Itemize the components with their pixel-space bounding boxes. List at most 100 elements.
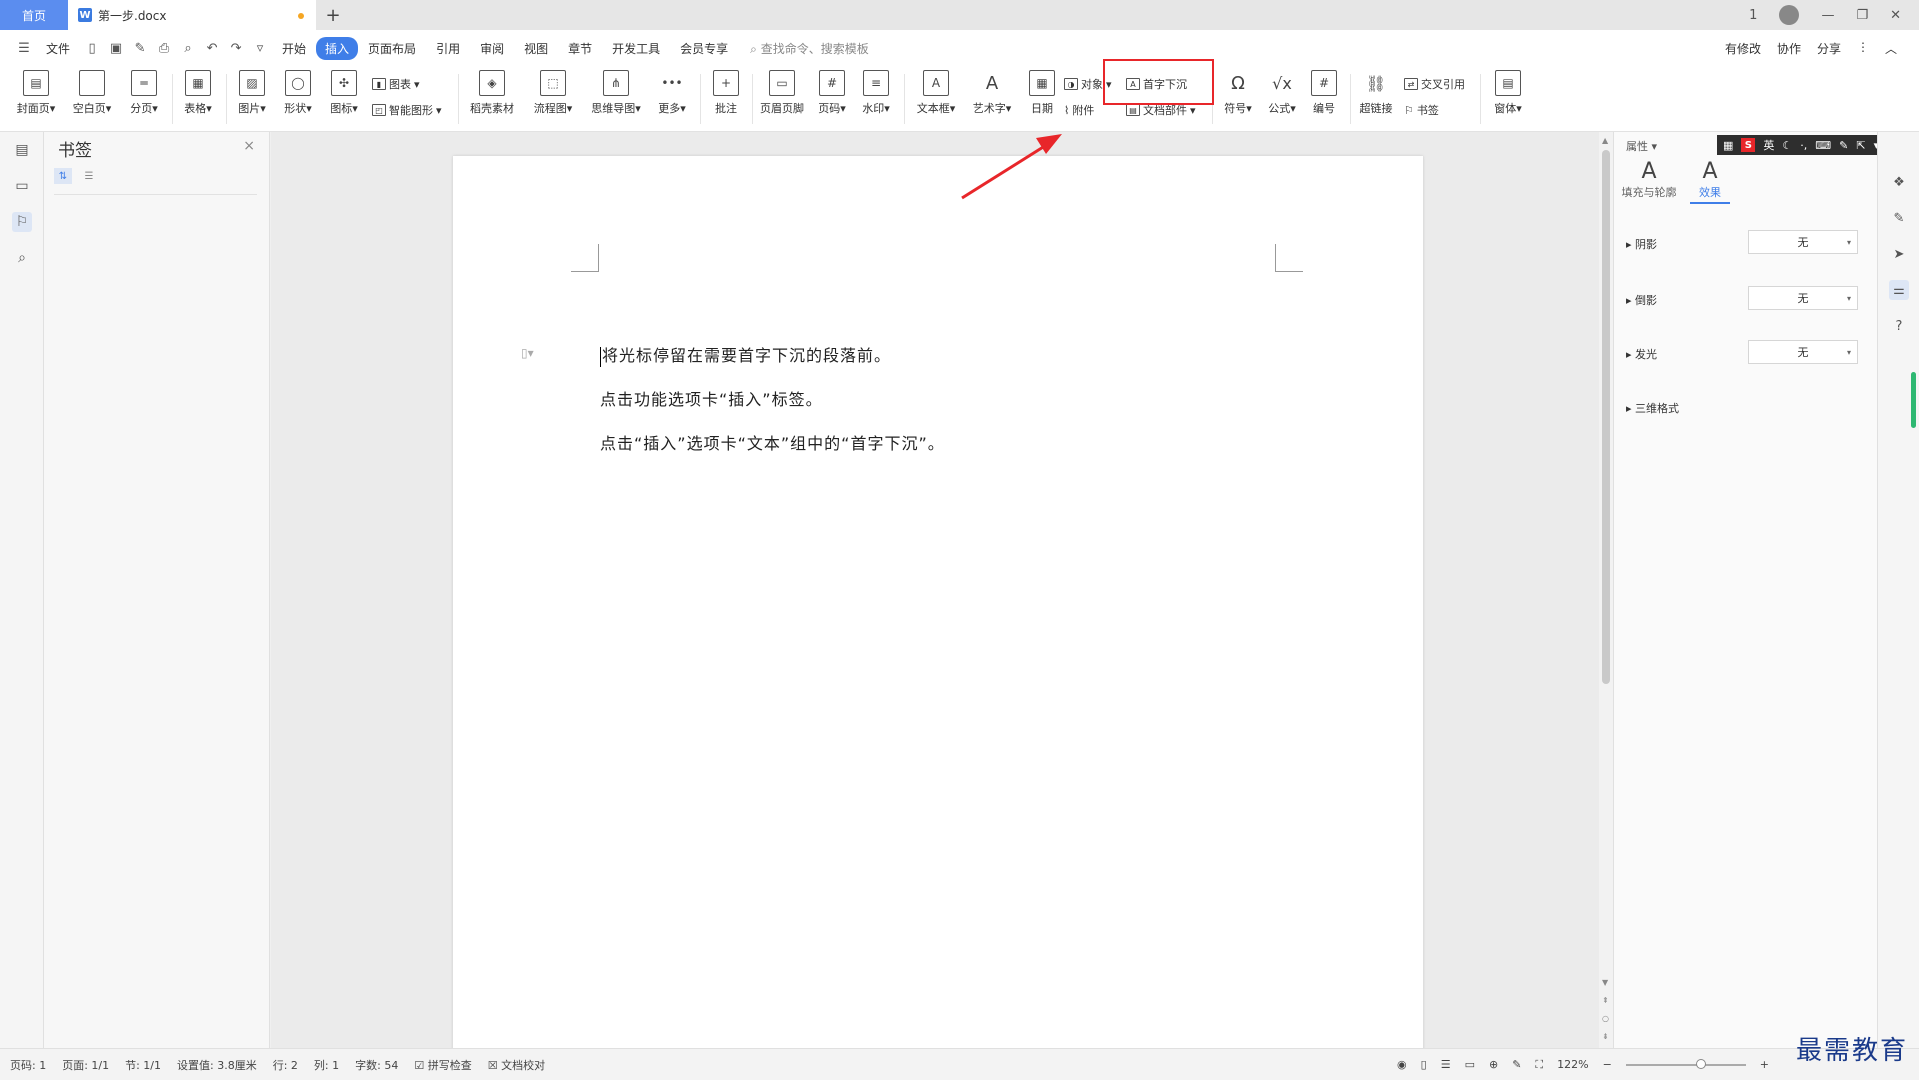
chart-button[interactable]: ▮ 图表 ▾ bbox=[372, 76, 420, 92]
attachment-button[interactable]: ⌇ 附件 bbox=[1064, 102, 1094, 118]
side-handle[interactable] bbox=[1911, 372, 1916, 428]
document-tab[interactable]: W 第一步.docx bbox=[68, 0, 316, 30]
writing-view-icon[interactable]: ✎ bbox=[1512, 1058, 1521, 1071]
customize-icon[interactable]: ▿ bbox=[252, 40, 268, 56]
find-icon[interactable]: ⌕ bbox=[12, 248, 32, 268]
mindmap-button[interactable]: ⋔ 思维导图▾ bbox=[586, 70, 646, 116]
scrollbar-thumb[interactable] bbox=[1602, 150, 1610, 684]
tab-effect[interactable]: A 效果 bbox=[1690, 160, 1730, 204]
new-tab-button[interactable]: + bbox=[316, 0, 350, 30]
picture-button[interactable]: ▨ 图片▾ bbox=[232, 70, 272, 116]
formula-button[interactable]: √x 公式▾ bbox=[1262, 70, 1302, 116]
blank-page-button[interactable]: 空白页▾ bbox=[68, 70, 116, 116]
3d-format-row[interactable]: ▸ 三维格式 bbox=[1626, 400, 1679, 416]
print-icon[interactable]: ⎙ bbox=[156, 40, 172, 56]
smartart-button[interactable]: ◰ 智能图形 ▾ bbox=[372, 102, 442, 118]
fit-page-icon[interactable]: ⛶ bbox=[1535, 1058, 1543, 1072]
minimize-icon[interactable]: — bbox=[1821, 8, 1834, 23]
new-doc-icon[interactable]: ▯ bbox=[84, 40, 100, 56]
scroll-down-icon[interactable]: ▼ bbox=[1602, 978, 1608, 987]
close-panel-icon[interactable]: × bbox=[243, 138, 255, 154]
status-section[interactable]: 节: 1/1 bbox=[125, 1057, 161, 1073]
collaborate-button[interactable]: 协作 bbox=[1777, 40, 1801, 57]
tab-member[interactable]: 会员专享 bbox=[670, 40, 738, 57]
select-cursor-icon[interactable]: ➤ bbox=[1889, 244, 1909, 264]
menu-icon[interactable]: ☰ bbox=[16, 40, 32, 56]
more-button[interactable]: ••• 更多▾ bbox=[652, 70, 692, 116]
glow-row[interactable]: ▸ 发光 bbox=[1626, 346, 1657, 362]
cover-page-button[interactable]: ▤ 封面页▾ bbox=[12, 70, 60, 116]
prev-page-icon[interactable]: ⇞ bbox=[1602, 996, 1609, 1005]
shape-button[interactable]: ◯ 形状▾ bbox=[278, 70, 318, 116]
vertical-scrollbar[interactable]: ▲ ▼ ⇞ ○ ⇟ bbox=[1599, 132, 1613, 1048]
flowchart-button[interactable]: ⬚ 流程图▾ bbox=[528, 70, 578, 116]
status-page[interactable]: 页码: 1 bbox=[10, 1057, 46, 1073]
web-view-icon[interactable]: ⊕ bbox=[1489, 1058, 1498, 1071]
has-changes-button[interactable]: 有修改 bbox=[1725, 40, 1761, 57]
page-number-button[interactable]: # 页码▾ bbox=[812, 70, 852, 116]
property-header[interactable]: 属性 ▾ bbox=[1626, 138, 1657, 154]
table-button[interactable]: ▦ 表格▾ bbox=[178, 70, 218, 116]
save-icon[interactable]: ▣ bbox=[108, 40, 124, 56]
page-view-icon[interactable]: ▯ bbox=[1421, 1058, 1427, 1071]
bookmark-panel-icon[interactable]: ⚐ bbox=[12, 212, 32, 232]
sort-by-name-icon[interactable]: ⇅ bbox=[54, 168, 72, 184]
paragraph-handle-icon[interactable]: ▯▾ bbox=[521, 346, 534, 360]
bookmark-button[interactable]: ⚐ 书签 bbox=[1404, 102, 1439, 118]
tab-review[interactable]: 审阅 bbox=[470, 40, 514, 57]
style-icon[interactable]: ❖ bbox=[1889, 172, 1909, 192]
header-footer-button[interactable]: ▭ 页眉页脚 bbox=[756, 70, 808, 116]
command-search[interactable]: ⌕ 查找命令、搜索模板 bbox=[750, 40, 869, 57]
status-word-count[interactable]: 字数: 54 bbox=[355, 1057, 398, 1073]
glow-select[interactable]: 无 ▾ bbox=[1748, 340, 1858, 364]
reading-view-icon[interactable]: ▭ bbox=[1465, 1058, 1475, 1071]
reflection-row[interactable]: ▸ 倒影 bbox=[1626, 292, 1657, 308]
tab-page-layout[interactable]: 页面布局 bbox=[358, 40, 426, 57]
properties-sliders-icon[interactable]: ⚌ bbox=[1889, 280, 1909, 300]
date-button[interactable]: ▦ 日期 bbox=[1024, 70, 1060, 116]
textbox-button[interactable]: A 文本框▾ bbox=[912, 70, 960, 116]
tab-developer[interactable]: 开发工具 bbox=[602, 40, 670, 57]
tab-start[interactable]: 开始 bbox=[272, 40, 316, 57]
status-pages[interactable]: 页面: 1/1 bbox=[62, 1057, 109, 1073]
eye-protection-icon[interactable]: ◉ bbox=[1397, 1058, 1407, 1071]
scroll-up-icon[interactable]: ▲ bbox=[1602, 136, 1608, 145]
window-count-icon[interactable]: 1 bbox=[1749, 8, 1757, 23]
document-page[interactable]: ▯▾ 将光标停留在需要首字下沉的段落前。 点击功能选项卡“插入”标签。 点击“插… bbox=[453, 156, 1423, 1056]
undo-icon[interactable]: ↶ bbox=[204, 40, 220, 56]
cross-reference-button[interactable]: ⇄ 交叉引用 bbox=[1404, 76, 1465, 92]
zoom-level[interactable]: 122% bbox=[1557, 1058, 1588, 1071]
home-tab[interactable]: 首页 bbox=[0, 0, 68, 30]
icon-library-button[interactable]: ✣ 图标▾ bbox=[324, 70, 364, 116]
tab-view[interactable]: 视图 bbox=[514, 40, 558, 57]
tab-insert[interactable]: 插入 bbox=[316, 36, 359, 60]
comment-button[interactable]: + 批注 bbox=[706, 70, 746, 116]
outline-icon[interactable]: ▤ bbox=[12, 140, 32, 160]
docer-material-button[interactable]: ◈ 稻壳素材 bbox=[466, 70, 518, 116]
sort-by-position-icon[interactable]: ☰ bbox=[80, 168, 98, 184]
print-preview-icon[interactable]: ⌕ bbox=[180, 40, 196, 56]
help-icon[interactable]: ? bbox=[1889, 316, 1909, 336]
shadow-row[interactable]: ▸ 阴影 bbox=[1626, 236, 1657, 252]
form-button[interactable]: ▤ 窗体▾ bbox=[1488, 70, 1528, 116]
ime-lang[interactable]: 英 bbox=[1763, 137, 1774, 153]
status-setting[interactable]: 设置值: 3.8厘米 bbox=[177, 1057, 257, 1073]
file-menu[interactable]: 文件 bbox=[36, 40, 80, 57]
zoom-out-icon[interactable]: − bbox=[1603, 1058, 1612, 1071]
paragraph-1[interactable]: 将光标停留在需要首字下沉的段落前。 bbox=[600, 342, 891, 367]
paragraph-2[interactable]: 点击功能选项卡“插入”标签。 bbox=[600, 386, 823, 410]
format-painter-icon[interactable]: ✎ bbox=[132, 40, 148, 56]
page-break-button[interactable]: ═ 分页▾ bbox=[124, 70, 164, 116]
tab-section[interactable]: 章节 bbox=[558, 40, 602, 57]
spell-check-button[interactable]: ☑ 拼写检查 bbox=[414, 1057, 471, 1073]
zoom-in-icon[interactable]: + bbox=[1760, 1058, 1769, 1071]
symbol-button[interactable]: Ω 符号▾ bbox=[1218, 70, 1258, 116]
more-icon[interactable]: ⋮ bbox=[1857, 40, 1869, 57]
doc-proof-button[interactable]: ☒ 文档校对 bbox=[488, 1057, 545, 1073]
redo-icon[interactable]: ↷ bbox=[228, 40, 244, 56]
watermark-button[interactable]: ≡ 水印▾ bbox=[856, 70, 896, 116]
tab-references[interactable]: 引用 bbox=[426, 40, 470, 57]
chapter-icon[interactable]: ▭ bbox=[12, 176, 32, 196]
next-page-icon[interactable]: ⇟ bbox=[1602, 1032, 1609, 1041]
zoom-slider[interactable] bbox=[1625, 1058, 1746, 1069]
